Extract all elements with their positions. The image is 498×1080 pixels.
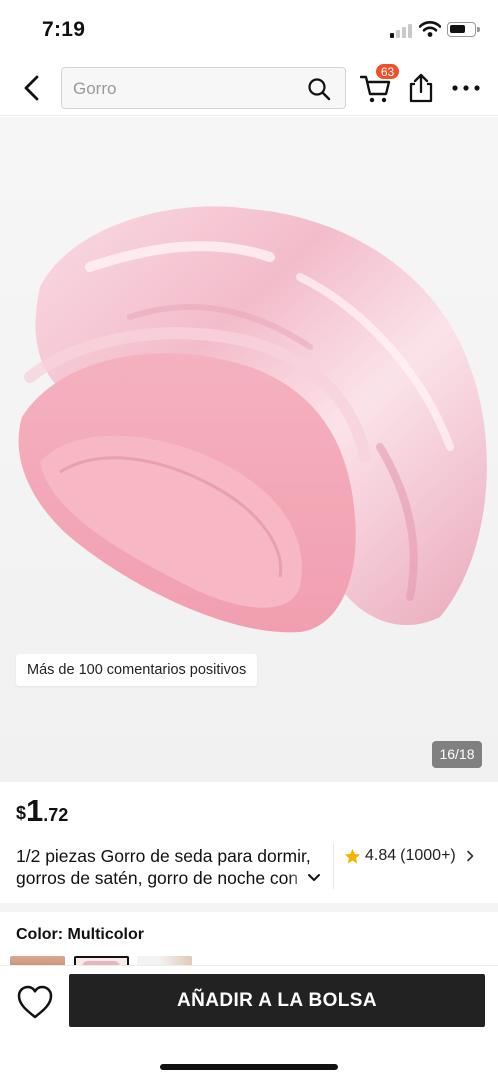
rating-value: 4.84 (365, 847, 397, 864)
home-indicator (160, 1064, 338, 1070)
cellular-signal-icon (390, 24, 414, 38)
search-icon[interactable] (307, 77, 331, 101)
section-divider (0, 903, 498, 912)
price-integer: 1 (26, 793, 44, 828)
chevron-left-icon (24, 75, 39, 101)
wifi-icon (419, 21, 441, 37)
heart-icon[interactable] (16, 984, 54, 1020)
search-placeholder: Gorro (73, 79, 117, 98)
add-to-bag-button[interactable]: AÑADIR A LA BOLSA (69, 974, 485, 1027)
product-price: $1.72 (16, 793, 68, 829)
share-button[interactable] (407, 73, 435, 103)
divider (333, 843, 334, 889)
status-time: 7:19 (42, 18, 86, 41)
product-image-gallery[interactable]: Más de 100 comentarios positivos 16/18 (0, 117, 498, 782)
chevron-down-icon[interactable] (306, 870, 322, 886)
color-label: Color: Multicolor (16, 926, 144, 943)
rating-count: (1000+) (400, 847, 456, 864)
price-decimal: .72 (43, 805, 69, 825)
star-icon (344, 848, 361, 863)
search-input[interactable]: Gorro (61, 67, 346, 109)
product-title: 1/2 piezas Gorro de seda para dormir, go… (16, 846, 311, 893)
back-button[interactable] (18, 74, 46, 102)
top-nav: Gorro 63 (0, 60, 498, 116)
status-bar: 7:19 (0, 0, 498, 60)
bottom-action-bar: AÑADIR A LA BOLSA (0, 965, 498, 1080)
cart-count-badge: 63 (375, 63, 400, 80)
positive-reviews-chip[interactable]: Más de 100 comentarios positivos (16, 654, 258, 686)
rating-summary[interactable]: 4.84 (1000+) (344, 845, 476, 867)
product-title-container[interactable]: 1/2 piezas Gorro de seda para dormir, go… (16, 845, 328, 893)
image-counter: 16/18 (432, 741, 482, 768)
chevron-right-icon (466, 850, 474, 862)
more-options-button[interactable] (450, 76, 482, 100)
price-currency: $ (16, 803, 27, 823)
battery-icon (447, 22, 480, 37)
